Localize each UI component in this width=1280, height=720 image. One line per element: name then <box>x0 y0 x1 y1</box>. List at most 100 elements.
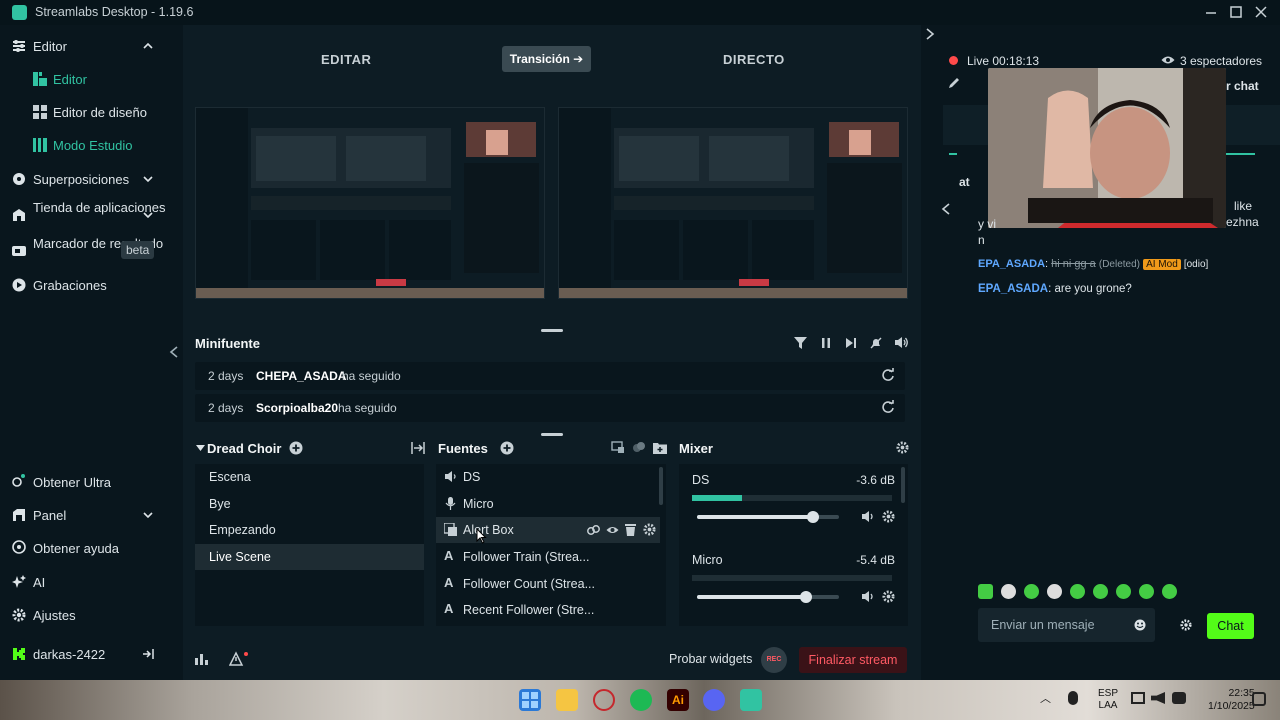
sidebar-item-studio-mode[interactable]: Modo Estudio <box>0 130 182 160</box>
repeat-alert-icon[interactable] <box>881 368 895 382</box>
resize-handle[interactable] <box>541 329 563 332</box>
sidebar-item-app-store[interactable]: Tienda de aplicaciones <box>0 198 182 232</box>
chevron-left-icon[interactable] <box>941 203 951 215</box>
notifications-warning-icon[interactable] <box>229 651 249 666</box>
source-item[interactable]: A Follower Count (Strea... <box>436 571 660 597</box>
emote-icon[interactable] <box>1139 584 1154 599</box>
selective-recording-icon[interactable] <box>611 441 625 454</box>
sidebar-item-editor[interactable]: Editor <box>0 64 182 94</box>
add-folder-icon[interactable] <box>653 441 667 454</box>
volume-slider[interactable] <box>697 511 839 523</box>
pause-icon[interactable] <box>820 337 832 349</box>
scene-collection-title[interactable]: Dread Choir <box>207 441 281 456</box>
sidebar-item-get-ultra[interactable]: Obtener Ultra <box>0 467 182 497</box>
emote-icon[interactable] <box>1093 584 1108 599</box>
scene-item[interactable]: Bye <box>195 491 424 517</box>
popout-chat-label[interactable]: r chat <box>1226 79 1259 93</box>
unlock-icon[interactable] <box>587 524 600 536</box>
file-explorer-icon[interactable] <box>556 689 578 711</box>
chat-send-button[interactable]: Chat <box>1207 613 1254 639</box>
collapse-sidebar-icon[interactable] <box>169 346 179 358</box>
emote-icon[interactable] <box>1070 584 1085 599</box>
emote-icon[interactable] <box>1047 584 1062 599</box>
source-item[interactable]: DS <box>436 464 660 490</box>
user-account[interactable]: darkas-2422 <box>0 639 182 669</box>
source-item[interactable]: Alert Box <box>436 517 660 543</box>
scrollbar[interactable] <box>901 467 905 503</box>
chat-settings-gear-icon[interactable] <box>1180 619 1192 631</box>
notifications-icon[interactable] <box>1252 692 1266 706</box>
transition-button[interactable]: Transición ➔ <box>502 46 591 72</box>
battery-icon[interactable] <box>1172 692 1186 704</box>
caret-down-icon[interactable] <box>196 443 205 452</box>
sidebar-item-ai[interactable]: AI <box>0 567 182 597</box>
live-preview[interactable] <box>558 107 908 299</box>
streamlabs-taskbar-icon[interactable] <box>740 689 762 711</box>
gear-icon[interactable] <box>882 590 895 603</box>
volume-icon[interactable] <box>895 336 909 349</box>
input-language[interactable]: ESP LAA <box>1098 688 1118 712</box>
source-item[interactable]: Micro <box>436 491 660 517</box>
emoji-icon[interactable] <box>1134 619 1146 631</box>
sidebar-item-dashboard[interactable]: Panel <box>0 500 182 530</box>
scrollbar[interactable] <box>659 467 663 505</box>
mic-icon[interactable] <box>1068 691 1078 705</box>
windows-start-icon[interactable] <box>519 689 541 711</box>
scene-item-selected[interactable]: Live Scene <box>195 544 424 570</box>
group-icon[interactable] <box>632 441 646 454</box>
sidebar-item-overlays[interactable]: Superposiciones <box>0 164 182 194</box>
scene-transitions-icon[interactable] <box>411 441 425 455</box>
illustrator-icon[interactable]: Ai <box>667 689 689 711</box>
volume-icon[interactable] <box>862 590 876 603</box>
emote-icon[interactable] <box>1116 584 1131 599</box>
sidebar-item-recordings[interactable]: Grabaciones <box>0 270 182 300</box>
mute-alerts-icon[interactable] <box>870 337 882 349</box>
chevron-up-icon[interactable]: ︿ <box>1040 690 1054 705</box>
clock[interactable]: 22:35 1/10/2025 <box>1208 687 1255 713</box>
volume-slider-thumb[interactable] <box>800 591 813 603</box>
minimize-icon[interactable] <box>1203 4 1219 20</box>
test-widgets-button[interactable]: Probar widgets <box>669 652 752 666</box>
chat-input[interactable]: Enviar un mensaje <box>978 608 1155 642</box>
network-icon[interactable] <box>1131 692 1145 704</box>
add-source-icon[interactable] <box>500 441 514 455</box>
spotify-icon[interactable] <box>630 689 652 711</box>
scene-item[interactable]: Empezando <box>195 517 424 543</box>
resize-handle[interactable] <box>541 433 563 436</box>
scene-item[interactable]: Escena <box>195 464 424 490</box>
chat-username[interactable]: EPA_ASADA <box>978 258 1045 270</box>
emote-icon[interactable] <box>1024 584 1039 599</box>
sidebar-item-highlighter[interactable]: Marcador de resaltado beta <box>0 234 182 268</box>
performance-stats-icon[interactable] <box>195 652 208 665</box>
volume-slider-thumb[interactable] <box>807 511 820 523</box>
close-icon[interactable] <box>1253 4 1269 20</box>
sidebar-item-layout-editor[interactable]: Editor de diseño <box>0 97 182 127</box>
eye-icon[interactable] <box>606 524 619 536</box>
gear-icon[interactable] <box>896 441 909 454</box>
trash-icon[interactable] <box>625 523 636 536</box>
record-button[interactable]: REC <box>761 647 787 673</box>
repeat-alert-icon[interactable] <box>881 400 895 414</box>
pencil-icon[interactable] <box>948 77 960 89</box>
emote-icon[interactable] <box>978 584 993 599</box>
sidebar-item-settings[interactable]: Ajustes <box>0 600 182 630</box>
skip-icon[interactable] <box>845 337 857 349</box>
edit-preview[interactable] <box>195 107 545 299</box>
sidebar-section-editor[interactable]: Editor <box>0 31 182 61</box>
opera-browser-icon[interactable] <box>593 689 615 711</box>
sidebar-item-help[interactable]: Obtener ayuda <box>0 533 182 563</box>
source-item[interactable]: A Follower Train (Strea... <box>436 544 660 570</box>
add-scene-icon[interactable] <box>289 441 303 455</box>
logout-icon[interactable] <box>142 648 154 660</box>
source-item[interactable]: A Recent Follower (Stre... <box>436 597 660 623</box>
emote-icon[interactable] <box>1001 584 1016 599</box>
filter-icon[interactable] <box>794 337 807 349</box>
chevron-right-icon[interactable] <box>925 28 935 40</box>
gear-icon[interactable] <box>882 510 895 523</box>
end-stream-button[interactable]: Finalizar stream <box>799 647 907 673</box>
gear-icon[interactable] <box>643 523 656 536</box>
volume-icon[interactable] <box>862 510 876 523</box>
emote-icon[interactable] <box>1162 584 1177 599</box>
maximize-icon[interactable] <box>1228 4 1244 20</box>
volume-slider[interactable] <box>697 591 839 603</box>
